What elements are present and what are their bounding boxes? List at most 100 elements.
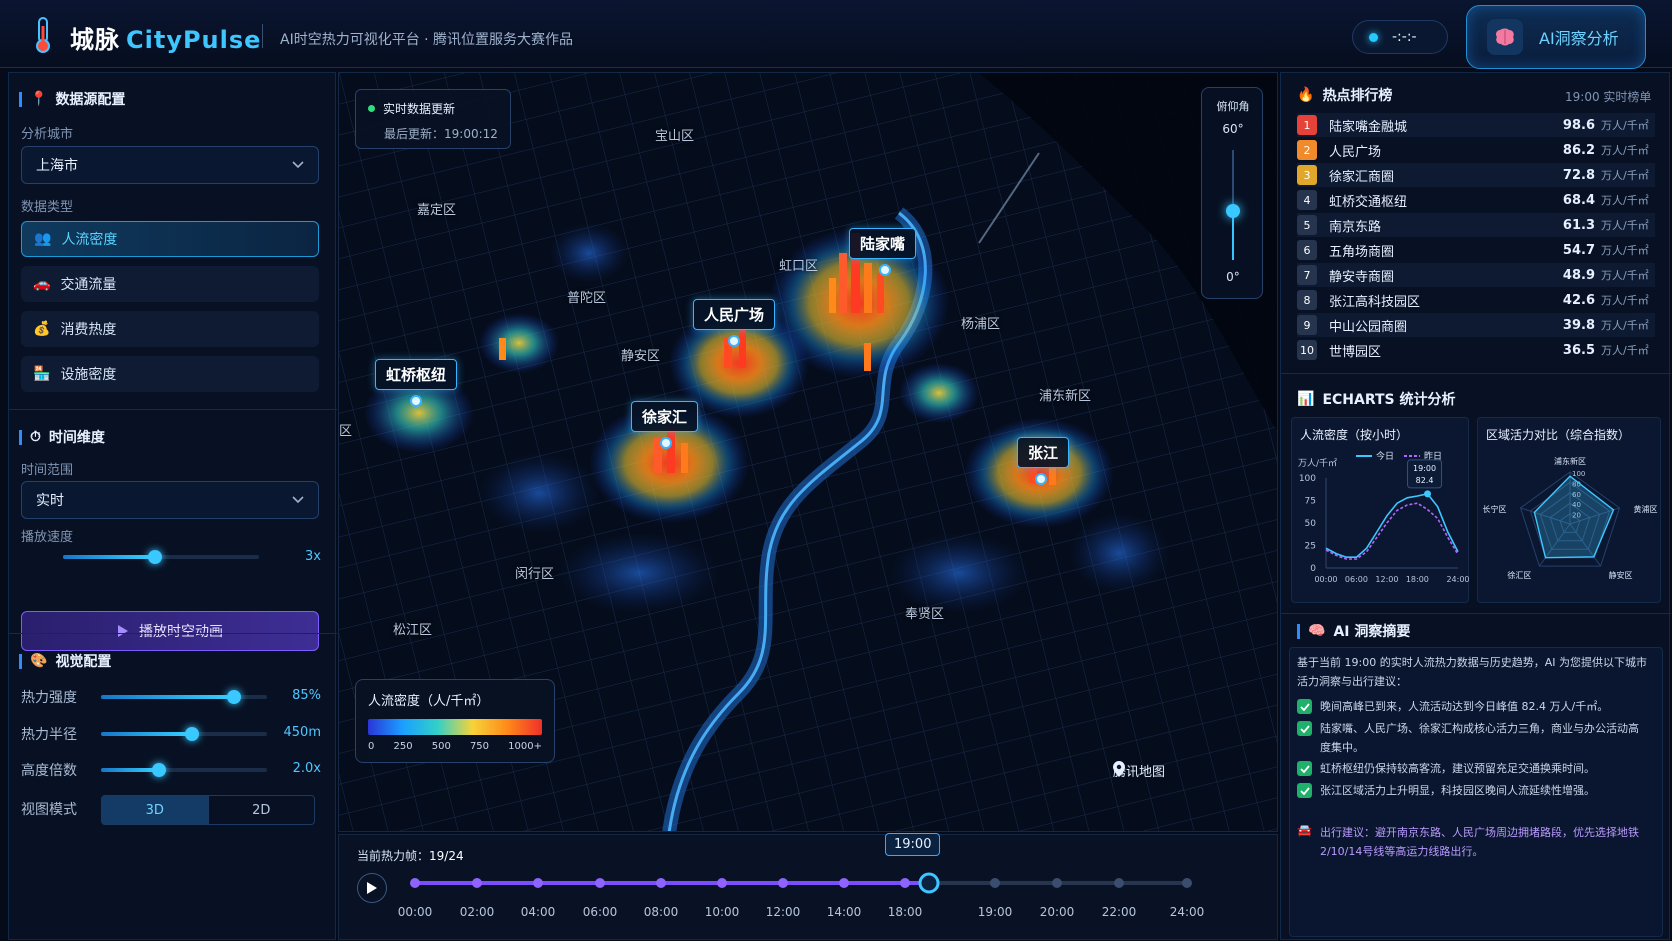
timeline-node[interactable] bbox=[1052, 878, 1062, 888]
timeline-node[interactable] bbox=[839, 878, 849, 888]
timeline-node[interactable] bbox=[1182, 878, 1192, 888]
dtype-consumption[interactable]: 💰 消费热度 bbox=[21, 311, 319, 347]
rank-row[interactable]: 6 五角场商圈 54.7 万人/千㎡ bbox=[1297, 238, 1655, 262]
clock-text: -:-:- bbox=[1392, 29, 1417, 45]
heat-value: 85% bbox=[292, 688, 321, 703]
rank-row[interactable]: 1 陆家嘴金融城 98.6 万人/千㎡ bbox=[1297, 113, 1655, 137]
datasource-title-text: 数据源配置 bbox=[55, 92, 126, 108]
city-select[interactable]: 上海市 bbox=[21, 146, 319, 184]
x-tick-label: 12:00 bbox=[1375, 575, 1398, 584]
section-divider bbox=[9, 409, 337, 410]
rank-row[interactable]: 7 静安寺商圈 48.9 万人/千㎡ bbox=[1297, 263, 1655, 287]
insight-text: 张江区域活力上升明显，科技园区晚间人流延续性增强。 bbox=[1320, 784, 1595, 797]
radius-slider[interactable] bbox=[101, 727, 267, 741]
timeline-node[interactable] bbox=[410, 878, 420, 888]
insight-text: 晚间高峰已到来，人流活动达到今日峰值 82.4 万人/千㎡。 bbox=[1320, 700, 1609, 713]
legend-tick: 1000+ bbox=[508, 741, 542, 752]
city-select-value: 上海市 bbox=[36, 158, 78, 174]
heatmap-map[interactable]: 实时数据更新 最后更新：19:00:12 俯仰角 60° 0° 宝山区 嘉定区 … bbox=[338, 72, 1278, 832]
chevron-down-icon bbox=[292, 496, 304, 504]
speed-slider-fill bbox=[63, 555, 156, 559]
rank-row[interactable]: 5 南京东路 61.3 万人/千㎡ bbox=[1297, 213, 1655, 237]
district-label: 浦东新区 bbox=[1039, 389, 1092, 404]
pitch-thumb[interactable] bbox=[1226, 203, 1240, 218]
map-attribution[interactable]: 腾讯地图 bbox=[1113, 761, 1165, 780]
timeline-node[interactable] bbox=[990, 878, 1000, 888]
rank-row[interactable]: 2 人民广场 86.2 万人/千㎡ bbox=[1297, 138, 1655, 162]
rank-badge: 2 bbox=[1297, 140, 1317, 160]
rank-badge: 10 bbox=[1297, 340, 1317, 360]
timeline-node[interactable] bbox=[595, 878, 605, 888]
district-label: 奉贤区 bbox=[905, 607, 945, 622]
rank-name: 陆家嘴金融城 bbox=[1329, 119, 1408, 135]
height-slider[interactable] bbox=[101, 763, 267, 777]
radar-axis-label: 长宁区 bbox=[1483, 504, 1507, 514]
district-label: 宝山区 bbox=[655, 129, 695, 144]
rank-badge: 4 bbox=[1297, 190, 1317, 210]
timeline-tick-label: 10:00 bbox=[704, 905, 740, 919]
rank-row[interactable]: 8 张江高科技园区 42.6 万人/千㎡ bbox=[1297, 288, 1655, 312]
rank-unit: 万人/千㎡ bbox=[1601, 344, 1649, 357]
hotspot-callout-xujiahui[interactable]: 徐家汇 bbox=[631, 401, 699, 432]
app-header: 城脉 CityPulse AI时空热力可视化平台 · 腾讯位置服务大赛作品 -:-… bbox=[0, 0, 1672, 69]
height-slider-thumb[interactable] bbox=[152, 763, 167, 777]
rank-unit: 万人/千㎡ bbox=[1601, 144, 1649, 157]
timeline-node[interactable] bbox=[656, 878, 666, 888]
hotspot-callout-peoples-square[interactable]: 人民广场 bbox=[693, 299, 776, 330]
timeline-current-handle[interactable] bbox=[918, 872, 940, 894]
rank-row[interactable]: 3 徐家汇商圈 72.8 万人/千㎡ bbox=[1297, 163, 1655, 187]
city-label: 分析城市 bbox=[21, 127, 74, 142]
annotation-point bbox=[1424, 490, 1432, 498]
heat-slider[interactable] bbox=[101, 690, 267, 704]
rank-row[interactable]: 4 虹桥交通枢纽 68.4 万人/千㎡ bbox=[1297, 188, 1655, 212]
y-tick-label: 100 bbox=[1299, 474, 1316, 484]
status-dot-icon bbox=[1369, 32, 1378, 42]
speed-slider[interactable] bbox=[63, 550, 259, 564]
rank-section-title: 🔥 热点排行榜 bbox=[1297, 85, 1392, 105]
timeline-node[interactable] bbox=[472, 878, 482, 888]
timeline-tick-label: 22:00 bbox=[1101, 905, 1137, 919]
ai-insight-button[interactable]: AI洞察分析 bbox=[1466, 5, 1646, 69]
heat-slider-thumb[interactable] bbox=[226, 690, 241, 704]
time-range-select[interactable]: 实时 bbox=[21, 481, 319, 519]
hotspot-callout-hongqiao[interactable]: 虹桥枢纽 bbox=[375, 359, 458, 390]
dtype-people-density[interactable]: 👥 人流密度 bbox=[21, 221, 319, 257]
rank-name: 徐家汇商圈 bbox=[1329, 169, 1395, 185]
rank-name: 虹桥交通枢纽 bbox=[1329, 194, 1408, 210]
y-tick-label: 50 bbox=[1305, 519, 1317, 529]
play-icon bbox=[118, 625, 128, 637]
dtype-traffic[interactable]: 🚗 交通流量 bbox=[21, 266, 319, 302]
rank-name: 中山公园商圈 bbox=[1329, 319, 1408, 335]
timeline-track[interactable] bbox=[339, 835, 1279, 941]
legend-tick: 0 bbox=[368, 741, 375, 752]
hotspot-callout-zhangjiang[interactable]: 张江 bbox=[1017, 437, 1070, 468]
insight-item: 陆家嘴、人民广场、徐家汇构成核心活力三角，商业与办公活动高度集中。 bbox=[1297, 719, 1647, 757]
speed-slider-thumb[interactable] bbox=[148, 550, 163, 564]
dtype-label-3: 设施密度 bbox=[60, 367, 117, 383]
datasource-section-title: 📍 数据源配置 bbox=[19, 89, 125, 109]
series-line-yesterday bbox=[1325, 502, 1459, 560]
range-label: 时间范围 bbox=[21, 463, 74, 478]
district-label: 闵行区 bbox=[515, 567, 555, 582]
timeline-node[interactable] bbox=[1114, 878, 1124, 888]
rank-name: 静安寺商圈 bbox=[1329, 269, 1395, 285]
rank-row[interactable]: 10 世博园区 36.5 万人/千㎡ bbox=[1297, 338, 1655, 362]
check-icon bbox=[1297, 721, 1312, 736]
series-line-today bbox=[1325, 492, 1459, 558]
travel-advice-text: 出行建议：避开南京东路、人民广场周边拥堵路段，优先选择地铁2/10/14号线等高… bbox=[1319, 826, 1639, 858]
play-animation-button[interactable]: 播放时空动画 bbox=[21, 611, 319, 651]
view-2d-button[interactable]: 2D bbox=[209, 796, 315, 824]
dtype-facility[interactable]: 🏪 设施密度 bbox=[21, 356, 319, 392]
timeline-node[interactable] bbox=[778, 878, 788, 888]
time-title-text: 时间维度 bbox=[48, 430, 105, 446]
view-3d-button[interactable]: 3D bbox=[102, 796, 209, 824]
timeline-node[interactable] bbox=[900, 878, 910, 888]
timeline-node[interactable] bbox=[533, 878, 543, 888]
timeline-node[interactable] bbox=[717, 878, 727, 888]
rank-value: 54.7 bbox=[1562, 242, 1595, 258]
rank-row[interactable]: 9 中山公园商圈 39.8 万人/千㎡ bbox=[1297, 313, 1655, 337]
radius-value: 450m bbox=[283, 725, 321, 740]
hotspot-callout-lujiazui[interactable]: 陆家嘴 bbox=[849, 228, 917, 259]
radius-slider-thumb[interactable] bbox=[185, 727, 200, 741]
district-label: 普陀区 bbox=[567, 291, 607, 306]
